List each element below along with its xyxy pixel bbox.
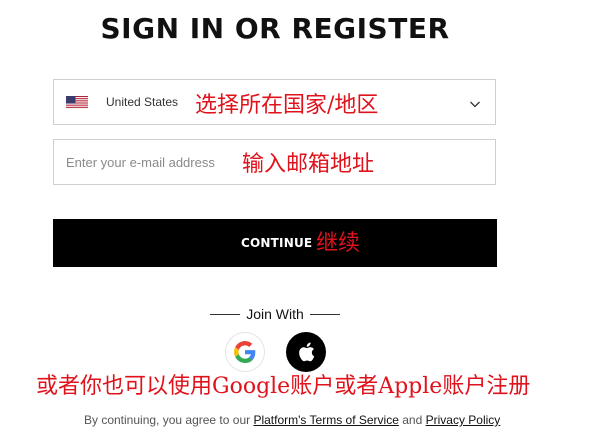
terms-prefix: By continuing, you agree to our: [84, 413, 251, 427]
us-flag-icon: [66, 95, 88, 109]
apple-signin-button[interactable]: [286, 332, 326, 372]
chevron-down-icon: [469, 95, 481, 108]
continue-button-label: CONTINUE: [241, 236, 313, 250]
terms-notice: By continuing, you agree to our Platform…: [84, 413, 500, 427]
annotation-email: 输入邮箱地址: [242, 152, 375, 177]
terms-of-service-link[interactable]: Platform's Terms of Service: [253, 413, 398, 427]
divider-line-left: [210, 313, 241, 315]
annotation-country: 选择所在国家/地区: [195, 93, 379, 118]
annotation-social: 或者你也可以使用Google账户或者Apple账户注册: [36, 374, 531, 399]
privacy-policy-link[interactable]: Privacy Policy: [426, 413, 501, 427]
annotation-continue: 继续: [316, 231, 361, 256]
country-select-value: United States: [106, 95, 179, 109]
continue-button[interactable]: CONTINUE: [53, 219, 497, 267]
terms-and: and: [402, 413, 423, 427]
google-signin-button[interactable]: [225, 332, 265, 372]
divider-line-right: [309, 313, 340, 315]
join-with-label: Join With: [246, 306, 304, 322]
page-title: SIGN IN OR REGISTER: [100, 12, 450, 45]
join-with-divider: Join With: [0, 304, 550, 324]
